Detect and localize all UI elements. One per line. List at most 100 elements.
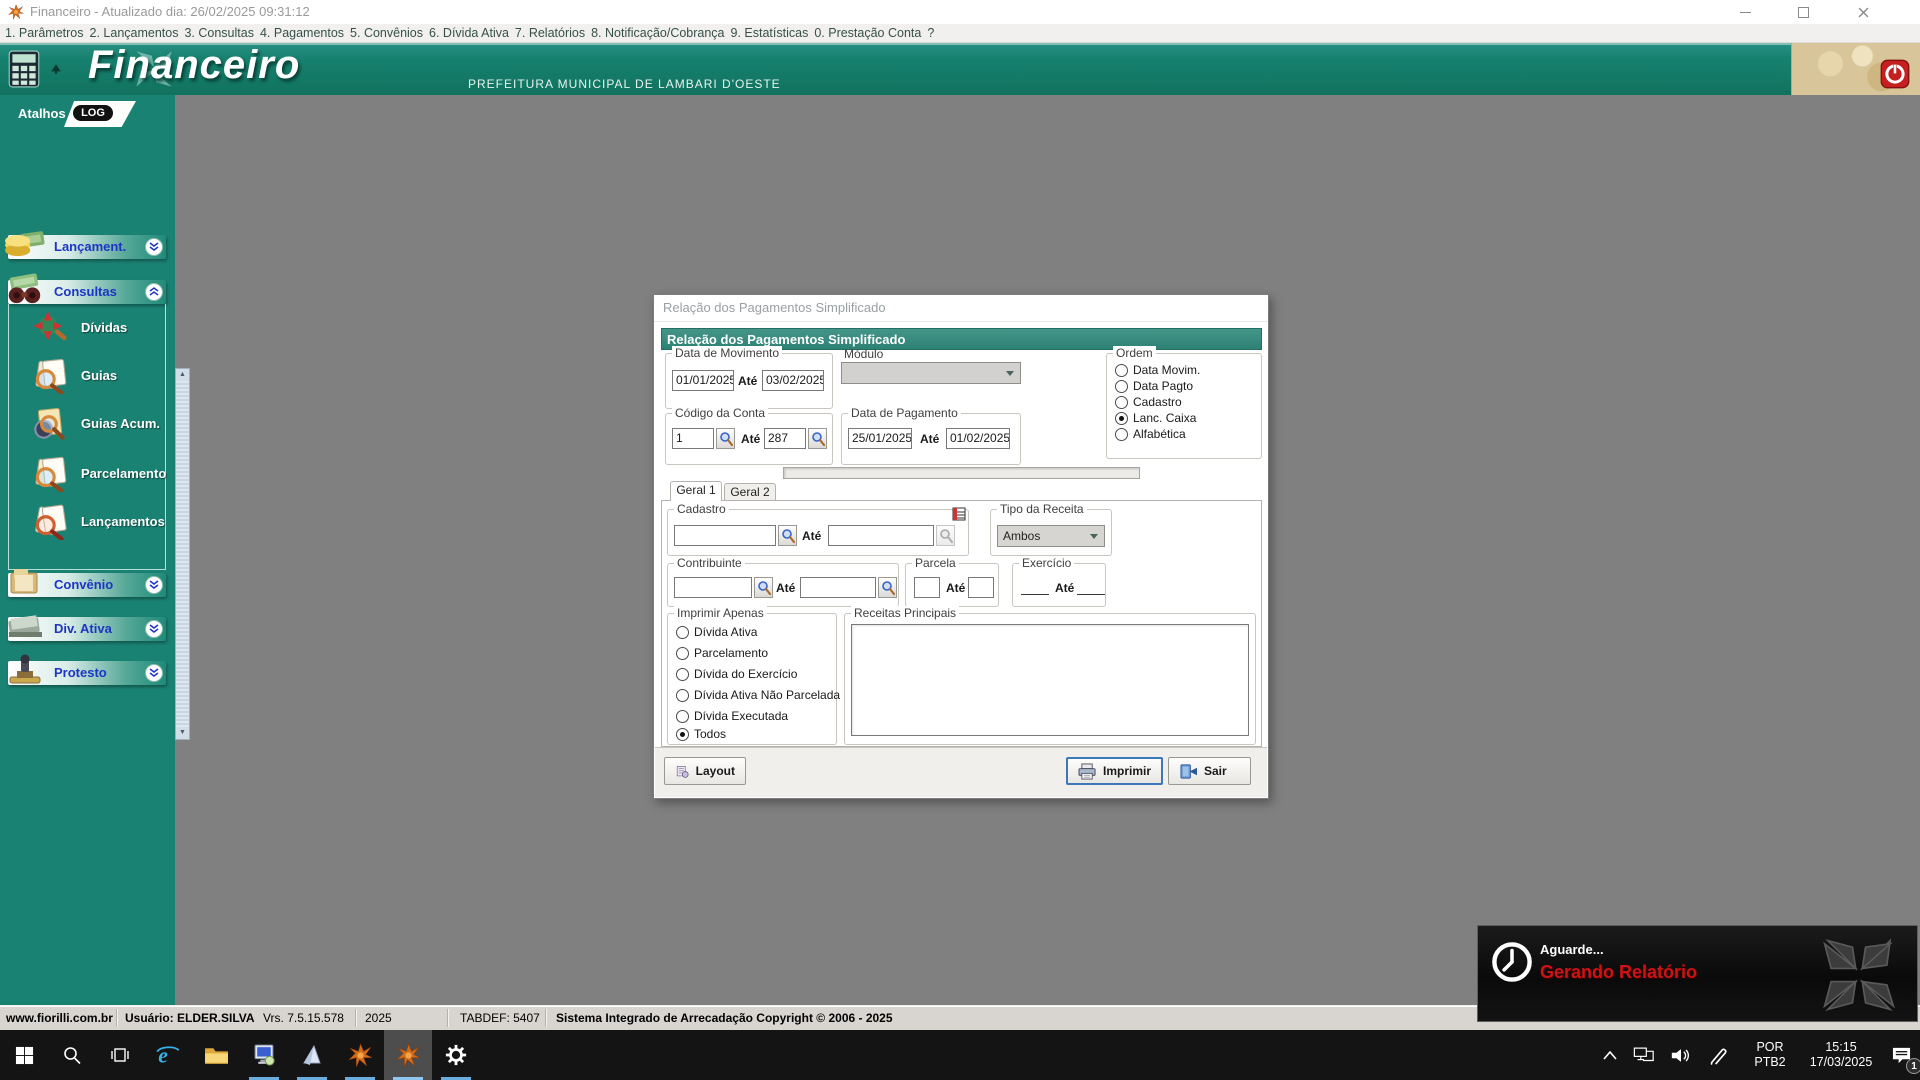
cadastro-to-input[interactable] <box>828 525 934 546</box>
dialog-titlebar[interactable]: Relação dos Pagamentos Simplificado <box>654 295 1268 322</box>
radio-data-pagto[interactable] <box>1115 380 1128 393</box>
radio-todos[interactable] <box>676 728 689 741</box>
expand-group-button[interactable] <box>145 576 163 594</box>
data-pagamento-from-input[interactable]: 25/01/2025 <box>848 428 912 449</box>
codigo-conta-from-input[interactable]: 1 <box>672 428 714 449</box>
search-codigo-to-button[interactable] <box>808 428 827 449</box>
search-contribuinte-to-button[interactable] <box>878 577 897 598</box>
radio-label[interactable]: Data Movim. <box>1133 363 1200 377</box>
radio-label[interactable]: Dívida Ativa <box>694 625 757 639</box>
content-vertical-scrollbar[interactable]: ▲ ▼ <box>175 368 190 740</box>
search-codigo-from-button[interactable] <box>716 428 735 449</box>
parcela-to-input[interactable] <box>968 577 994 598</box>
tab-atalhos[interactable]: Atalhos <box>18 106 66 121</box>
tray-pen-button[interactable] <box>1702 1030 1734 1080</box>
sidebar-item-parcelamento[interactable]: Parcelamento <box>15 454 161 498</box>
contribuinte-from-input[interactable] <box>674 577 752 598</box>
modulo-select[interactable] <box>841 362 1021 384</box>
radio-label[interactable]: Todos <box>694 727 726 741</box>
radio-label[interactable]: Dívida Ativa Não Parcelada <box>694 688 840 702</box>
close-button[interactable] <box>1840 0 1886 24</box>
start-button[interactable] <box>0 1030 48 1080</box>
expand-group-button[interactable] <box>145 620 163 638</box>
menu-divida-ativa[interactable]: 6. Dívida Ativa <box>426 26 512 40</box>
taskbar-ie-button[interactable]: e <box>144 1030 192 1080</box>
status-website[interactable]: www.fiorilli.com.br <box>6 1011 113 1025</box>
minimize-button[interactable] <box>1722 0 1768 24</box>
sair-button[interactable]: Sair <box>1168 757 1251 785</box>
collapse-group-button[interactable] <box>145 283 163 301</box>
taskbar-prism-app-button[interactable] <box>288 1030 336 1080</box>
tab-geral-2[interactable]: Geral 2 <box>724 483 776 501</box>
menu-help[interactable]: ? <box>924 26 937 40</box>
taskbar-settings-button[interactable] <box>432 1030 480 1080</box>
menu-lancamentos[interactable]: 2. Lançamentos <box>87 26 182 40</box>
sidebar-group-convenio[interactable]: Convênio <box>8 573 166 597</box>
menu-pagamentos[interactable]: 4. Pagamentos <box>257 26 347 40</box>
task-view-button[interactable] <box>96 1030 144 1080</box>
radio-label[interactable]: Dívida Executada <box>694 709 788 723</box>
restore-button[interactable] <box>1780 0 1826 24</box>
cadastro-from-input[interactable] <box>674 525 776 546</box>
contribuinte-to-input[interactable] <box>800 577 876 598</box>
sidebar-group-consultas[interactable]: Consultas <box>8 280 166 304</box>
radio-divida-ativa[interactable] <box>676 626 689 639</box>
radio-parcelamento[interactable] <box>676 647 689 660</box>
scroll-up-arrow-icon[interactable]: ▲ <box>176 369 189 381</box>
sidebar-group-lancamentos[interactable]: Lançament. <box>8 235 166 259</box>
sidebar-item-lancamentos[interactable]: Lançamentos <box>15 502 161 546</box>
radio-divida-executada[interactable] <box>676 710 689 723</box>
layout-button[interactable]: Layout <box>664 757 746 785</box>
taskbar-search-button[interactable] <box>48 1030 96 1080</box>
radio-lanc-caixa[interactable] <box>1115 412 1128 425</box>
sidebar-group-div-ativa[interactable]: Div. Ativa <box>8 617 166 641</box>
search-cadastro-to-button[interactable] <box>936 525 955 546</box>
tray-chevron-button[interactable] <box>1596 1030 1624 1080</box>
radio-label[interactable]: Dívida do Exercício <box>694 667 797 681</box>
radio-cadastro[interactable] <box>1115 396 1128 409</box>
sidebar-item-guias-acum[interactable]: Guias Acum. <box>15 404 161 448</box>
menu-convenios[interactable]: 5. Convênios <box>347 26 426 40</box>
data-movimento-to-input[interactable]: 03/02/2025 <box>762 370 824 391</box>
taskbar-computer-app-button[interactable] <box>240 1030 288 1080</box>
taskbar-fiorilli-active-button[interactable] <box>384 1030 432 1080</box>
receitas-listbox[interactable] <box>851 624 1249 736</box>
radio-label[interactable]: Data Pagto <box>1133 379 1193 393</box>
radio-label[interactable]: Parcelamento <box>694 646 768 660</box>
radio-divida-exercicio[interactable] <box>676 668 689 681</box>
calculator-icon[interactable] <box>8 50 40 88</box>
menu-prestacao-conta[interactable]: 0. Prestação Conta <box>811 26 924 40</box>
expand-group-button[interactable] <box>145 238 163 256</box>
data-pagamento-to-input[interactable]: 01/02/2025 <box>946 428 1010 449</box>
taskbar-fiorilli-app-button[interactable] <box>336 1030 384 1080</box>
radio-label[interactable]: Cadastro <box>1133 395 1182 409</box>
sidebar-group-protesto[interactable]: Protesto <box>8 661 166 685</box>
radio-divida-nao-parcelada[interactable] <box>676 689 689 702</box>
menu-notificacao-cobranca[interactable]: 8. Notificação/Cobrança <box>588 26 727 40</box>
tab-log[interactable]: LOG <box>73 105 113 121</box>
sidebar-item-dividas[interactable]: Dívidas <box>15 308 161 352</box>
parcela-from-input[interactable] <box>914 577 940 598</box>
tray-clock[interactable]: 15:15 17/03/2025 <box>1800 1030 1882 1080</box>
imprimir-button[interactable]: Imprimir <box>1066 757 1163 785</box>
cadastro-list-icon[interactable] <box>952 507 966 521</box>
menu-relatorios[interactable]: 7. Relatórios <box>512 26 588 40</box>
data-movimento-from-input[interactable]: 01/01/2025 <box>672 370 734 391</box>
tipo-receita-select[interactable]: Ambos <box>997 525 1105 547</box>
power-button-icon[interactable] <box>1880 59 1910 89</box>
tray-network-button[interactable] <box>1628 1030 1660 1080</box>
search-cadastro-from-button[interactable] <box>778 525 797 546</box>
search-contribuinte-from-button[interactable] <box>754 577 773 598</box>
menu-estatisticas[interactable]: 9. Estatísticas <box>728 26 812 40</box>
exercicio-from-input[interactable] <box>1021 578 1049 595</box>
exercicio-to-input[interactable] <box>1077 578 1105 595</box>
tray-language-switcher[interactable]: POR PTB2 <box>1742 1030 1798 1080</box>
taskbar-explorer-button[interactable] <box>192 1030 240 1080</box>
radio-alfabetica[interactable] <box>1115 428 1128 441</box>
sidebar-item-guias[interactable]: Guias <box>15 356 161 400</box>
expand-group-button[interactable] <box>145 664 163 682</box>
menu-consultas[interactable]: 3. Consultas <box>181 26 256 40</box>
radio-label[interactable]: Alfabética <box>1133 427 1186 441</box>
radio-label[interactable]: Lanc. Caixa <box>1133 411 1196 425</box>
action-center-button[interactable]: 1 <box>1886 1030 1916 1080</box>
